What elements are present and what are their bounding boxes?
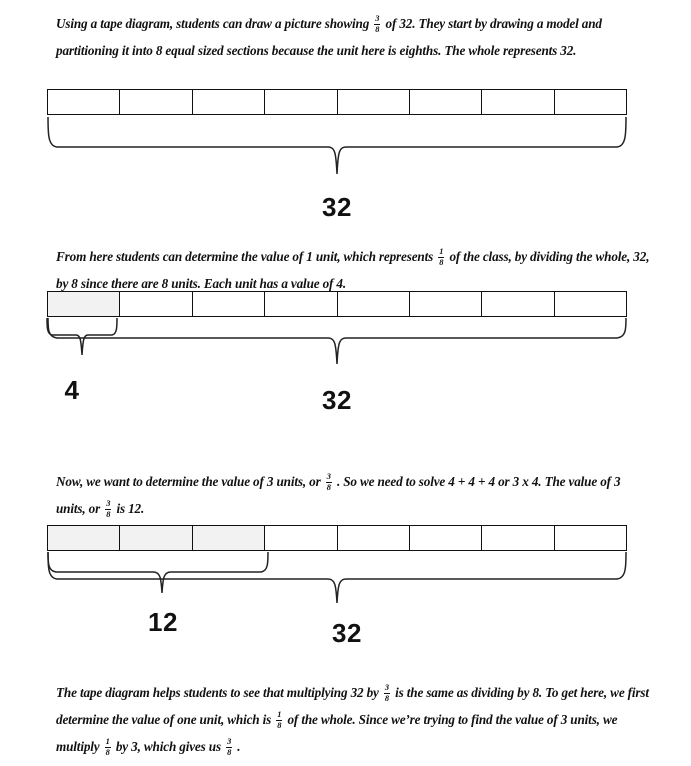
tape-cell-shaded bbox=[48, 526, 121, 550]
part-value-label-3: 12 bbox=[148, 607, 178, 637]
whole-value-label-3: 32 bbox=[332, 618, 362, 648]
fraction-numerator: 1 bbox=[105, 736, 110, 746]
paragraph-1: Using a tape diagram, students can draw … bbox=[56, 10, 652, 64]
fraction-one-eighth: 1 8 bbox=[438, 246, 445, 267]
paragraph-4: The tape diagram helps students to see t… bbox=[56, 679, 652, 760]
fraction-denominator: 8 bbox=[277, 720, 282, 730]
tape-cell bbox=[265, 292, 338, 316]
fraction-numerator: 3 bbox=[106, 498, 111, 508]
tape-cell bbox=[120, 292, 193, 316]
brace-whole-3 bbox=[43, 551, 631, 613]
paragraph-2-text-part1: From here students can determine the val… bbox=[56, 249, 434, 264]
paragraph-4-text-part1: The tape diagram helps students to see t… bbox=[56, 685, 379, 700]
tape-cell bbox=[337, 90, 410, 114]
whole-value-label-1: 32 bbox=[322, 192, 352, 222]
tape-cell bbox=[482, 292, 555, 316]
fraction-numerator: 3 bbox=[227, 736, 232, 746]
brace-whole-1 bbox=[43, 116, 631, 178]
tape-cell bbox=[48, 90, 121, 114]
tape-cell bbox=[554, 292, 626, 316]
tape-cell bbox=[482, 90, 555, 114]
tape-diagram-3 bbox=[47, 525, 627, 551]
tape-cell-shaded bbox=[48, 292, 121, 316]
tape-cell-shaded bbox=[120, 526, 193, 550]
tape-diagram-2 bbox=[47, 291, 627, 317]
paragraph-4-text-part4: by 3, which gives us bbox=[115, 739, 221, 754]
fraction-numerator: 3 bbox=[326, 471, 331, 481]
paragraph-4-text-part5: . bbox=[237, 739, 241, 754]
paragraph-2: From here students can determine the val… bbox=[56, 243, 652, 297]
fraction-denominator: 8 bbox=[105, 747, 110, 757]
fraction-one-eighth: 1 8 bbox=[276, 709, 283, 730]
tape-cell bbox=[265, 90, 338, 114]
tape-cell bbox=[192, 90, 266, 114]
tape-cell bbox=[482, 526, 555, 550]
fraction-denominator: 8 bbox=[227, 747, 232, 757]
paragraph-1-text-part1: Using a tape diagram, students can draw … bbox=[56, 16, 370, 31]
tape-cell bbox=[337, 292, 410, 316]
tape-cell bbox=[409, 292, 483, 316]
tape-cell bbox=[265, 526, 338, 550]
tape-cell bbox=[409, 526, 483, 550]
whole-value-label-2: 32 bbox=[322, 385, 352, 415]
tape-diagram-1 bbox=[47, 89, 627, 115]
tape-cell-shaded bbox=[192, 526, 266, 550]
fraction-denominator: 8 bbox=[439, 257, 444, 267]
document-page: Using a tape diagram, students can draw … bbox=[0, 0, 691, 766]
tape-cell bbox=[337, 526, 410, 550]
fraction-numerator: 1 bbox=[277, 709, 282, 719]
fraction-numerator: 1 bbox=[439, 246, 444, 256]
fraction-three-eighths: 3 8 bbox=[105, 498, 112, 519]
brace-whole-2 bbox=[43, 317, 631, 379]
fraction-three-eighths: 3 8 bbox=[374, 13, 381, 34]
fraction-three-eighths: 3 8 bbox=[226, 736, 233, 757]
fraction-three-eighths: 3 8 bbox=[325, 471, 332, 492]
fraction-denominator: 8 bbox=[106, 509, 111, 519]
fraction-three-eighths: 3 8 bbox=[383, 682, 390, 703]
paragraph-3-text-part3: is 12. bbox=[116, 501, 145, 516]
fraction-denominator: 8 bbox=[375, 24, 380, 34]
tape-cell bbox=[192, 292, 266, 316]
fraction-numerator: 3 bbox=[375, 13, 380, 23]
tape-cell bbox=[554, 526, 626, 550]
fraction-numerator: 3 bbox=[384, 682, 389, 692]
tape-cell bbox=[554, 90, 626, 114]
tape-cell bbox=[120, 90, 193, 114]
fraction-denominator: 8 bbox=[326, 482, 331, 492]
tape-cell bbox=[409, 90, 483, 114]
paragraph-3: Now, we want to determine the value of 3… bbox=[56, 468, 652, 522]
fraction-one-eighth: 1 8 bbox=[104, 736, 111, 757]
fraction-denominator: 8 bbox=[384, 693, 389, 703]
paragraph-3-text-part1: Now, we want to determine the value of 3… bbox=[56, 474, 321, 489]
part-value-label-2: 4 bbox=[64, 375, 80, 405]
